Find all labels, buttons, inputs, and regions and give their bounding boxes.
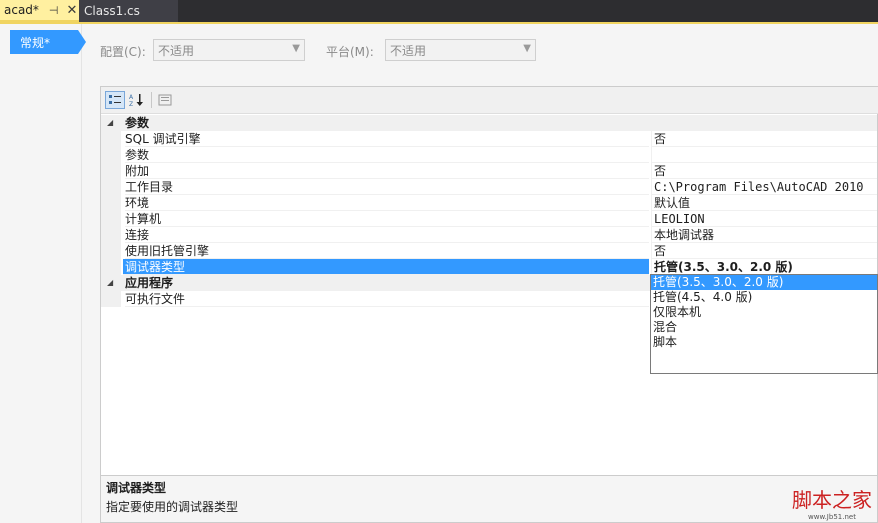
property-row-selected[interactable]: 调试器类型 托管(3.5、3.0、2.0 版) <box>101 259 877 275</box>
property-pages-icon[interactable] <box>155 91 175 109</box>
watermark-title: 脚本之家 <box>792 488 872 512</box>
property-name: 工作目录 <box>125 179 649 195</box>
tab-class1-cs[interactable]: Class1.cs <box>79 0 178 22</box>
row-gutter <box>101 291 121 307</box>
watermark-logo: 脚本之家 www.Jb51.net <box>792 484 872 521</box>
tab-underline <box>0 22 878 24</box>
category-name: 应用程序 <box>125 275 649 291</box>
chevron-down-icon: ▼ <box>523 43 531 54</box>
description-title: 调试器类型 <box>106 481 167 495</box>
row-gutter <box>101 131 121 147</box>
nav-item-label: 常规* <box>20 35 51 50</box>
property-value[interactable]: 否 <box>651 243 877 259</box>
tab-acad[interactable]: acad* ⊣ ✕ <box>0 0 79 22</box>
close-icon[interactable]: ✕ <box>67 3 78 18</box>
configuration-value: 不适用 <box>158 43 195 58</box>
property-row[interactable]: 使用旧托管引擎 否 <box>101 243 877 259</box>
pin-icon[interactable]: ⊣ <box>49 4 59 17</box>
property-name: 附加 <box>125 163 649 179</box>
category-name: 参数 <box>125 115 649 131</box>
property-value[interactable]: 否 <box>651 163 877 179</box>
property-name: 计算机 <box>125 211 649 227</box>
dropdown-option[interactable]: 脚本 <box>651 335 877 350</box>
configuration-label: 配置(C): <box>100 45 146 59</box>
collapse-triangle-icon[interactable]: ◢ <box>107 118 113 127</box>
property-value[interactable] <box>651 147 877 163</box>
chevron-down-icon: ▼ <box>292 43 300 54</box>
watermark-url: www.Jb51.net <box>808 513 856 521</box>
debugger-type-combo[interactable]: 托管(3.5、3.0、2.0 版) <box>651 259 877 275</box>
property-value[interactable]: LEOLION <box>651 211 877 227</box>
category-value <box>651 115 877 131</box>
property-name: SQL 调试引擎 <box>125 131 649 147</box>
property-name: 可执行文件 <box>125 291 649 307</box>
svg-text:Z: Z <box>129 101 133 107</box>
property-value[interactable]: 否 <box>651 131 877 147</box>
property-name: 使用旧托管引擎 <box>125 243 649 259</box>
description-pane: 调试器类型 指定要使用的调试器类型 <box>100 475 878 523</box>
collapse-triangle-icon[interactable]: ◢ <box>107 278 113 287</box>
dropdown-option[interactable]: 托管(4.5、4.0 版) <box>651 290 877 305</box>
dropdown-option[interactable]: 仅限本机 <box>651 305 877 320</box>
category-row-parameters[interactable]: ◢ 参数 <box>101 115 877 131</box>
property-row[interactable]: 参数 <box>101 147 877 163</box>
row-gutter <box>101 195 121 211</box>
row-gutter <box>101 211 121 227</box>
dropdown-option[interactable]: 混合 <box>651 320 877 335</box>
property-row[interactable]: 连接 本地调试器 <box>101 227 877 243</box>
description-text: 指定要使用的调试器类型 <box>106 500 239 514</box>
nav-item-general[interactable]: 常规* <box>10 30 86 54</box>
property-name: 调试器类型 <box>123 259 649 275</box>
property-name: 参数 <box>125 147 649 163</box>
row-gutter <box>101 259 121 275</box>
property-row[interactable]: SQL 调试引擎 否 <box>101 131 877 147</box>
property-page-nav: 常规* <box>0 24 86 523</box>
property-row[interactable]: 环境 默认值 <box>101 195 877 211</box>
property-value[interactable]: 默认值 <box>651 195 877 211</box>
row-gutter <box>101 163 121 179</box>
platform-value: 不适用 <box>390 43 427 58</box>
row-gutter <box>101 147 121 163</box>
tab-label: Class1.cs <box>84 4 140 18</box>
alphabetical-sort-icon[interactable]: AZ <box>127 91 147 109</box>
property-name: 连接 <box>125 227 649 243</box>
svg-text:A: A <box>129 94 134 101</box>
property-value[interactable]: 本地调试器 <box>651 227 877 243</box>
property-row[interactable]: 附加 否 <box>101 163 877 179</box>
property-value: 托管(3.5、3.0、2.0 版) <box>654 260 793 274</box>
document-tab-strip: acad* ⊣ ✕ Class1.cs <box>0 0 878 22</box>
tab-label: acad* <box>4 3 39 17</box>
platform-select[interactable]: 不适用 ▼ <box>385 39 536 61</box>
property-value[interactable]: C:\Program Files\AutoCAD 2010 <box>651 179 877 195</box>
row-gutter <box>101 179 121 195</box>
categorized-icon[interactable] <box>105 91 125 109</box>
debugger-type-dropdown-list: 托管(3.5、3.0、2.0 版) 托管(4.5、4.0 版) 仅限本机 混合 … <box>650 274 878 374</box>
property-row[interactable]: 计算机 LEOLION <box>101 211 877 227</box>
toolbar-separator <box>151 92 152 108</box>
platform-label: 平台(M): <box>326 45 374 59</box>
configuration-select[interactable]: 不适用 ▼ <box>153 39 305 61</box>
dropdown-option[interactable]: 托管(3.5、3.0、2.0 版) <box>651 275 877 290</box>
row-gutter <box>101 243 121 259</box>
property-name: 环境 <box>125 195 649 211</box>
property-row[interactable]: 工作目录 C:\Program Files\AutoCAD 2010 <box>101 179 877 195</box>
row-gutter <box>101 227 121 243</box>
property-grid-toolbar: AZ <box>101 87 878 114</box>
